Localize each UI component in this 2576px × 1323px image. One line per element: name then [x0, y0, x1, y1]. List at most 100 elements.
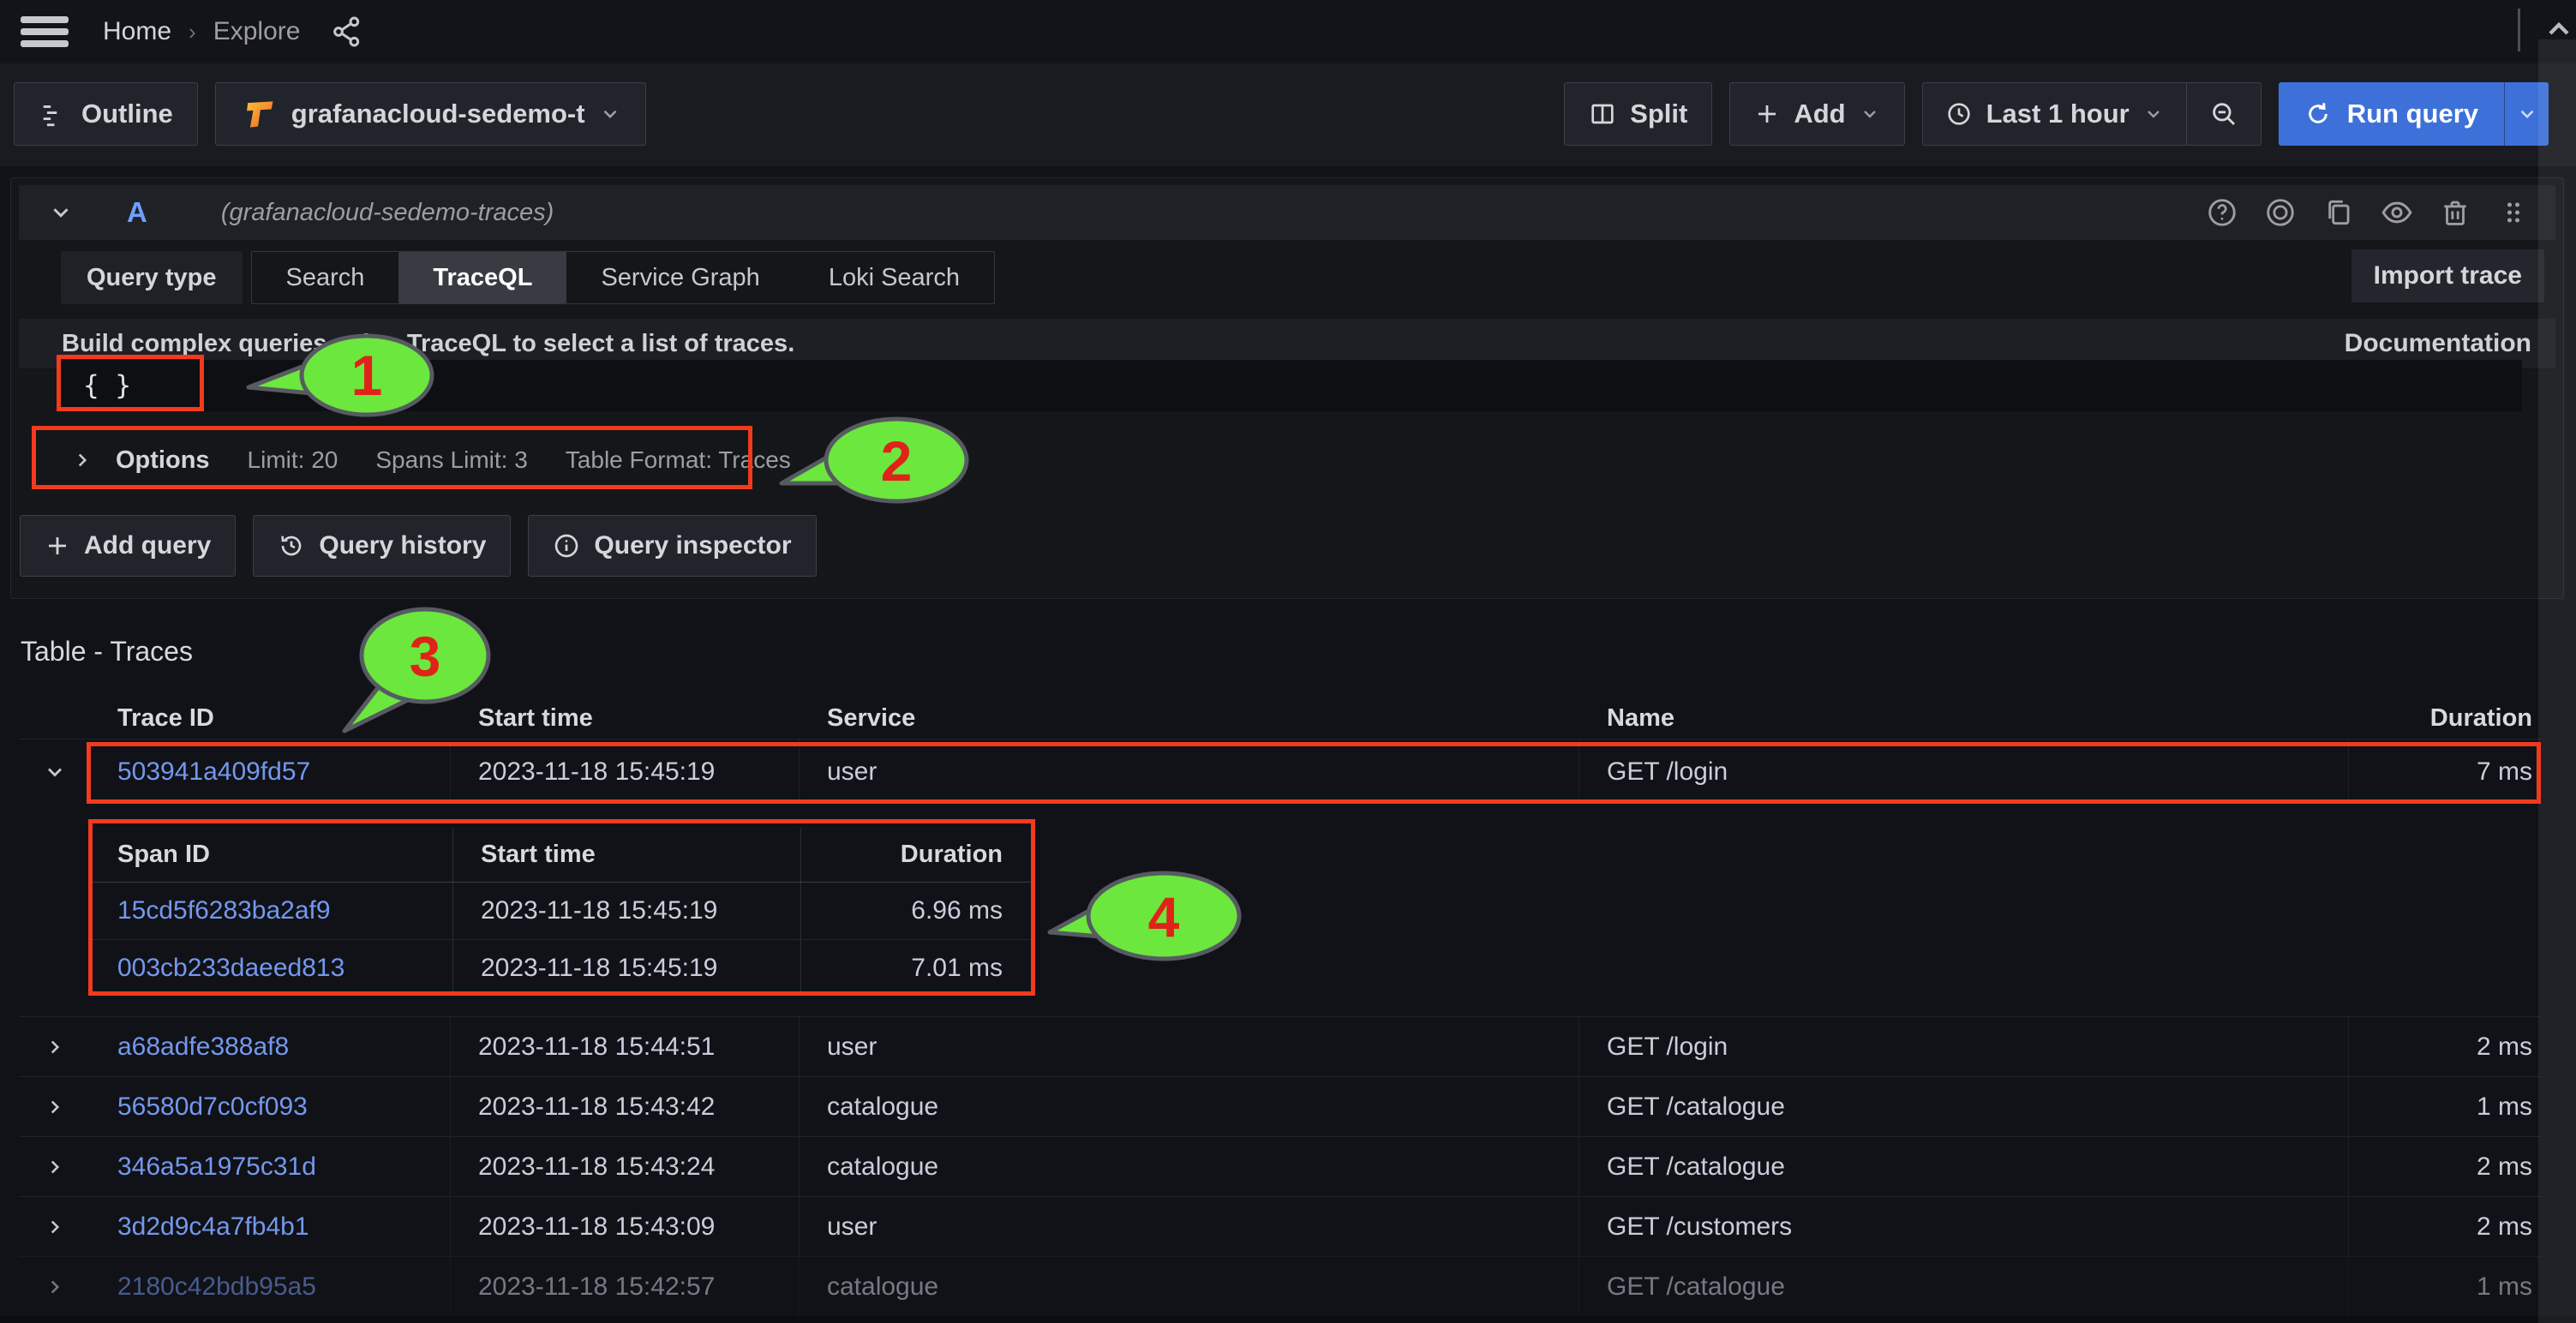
trace-start-time: 2023-11-18 15:44:51 — [451, 1017, 800, 1076]
span-id-link[interactable]: 003cb233daeed813 — [117, 954, 344, 983]
trace-duration: 7 ms — [2349, 739, 2541, 804]
col-header-span-start: Start time — [453, 828, 801, 882]
trace-start-time: 2023-11-18 15:43:24 — [451, 1137, 800, 1196]
disable-query-icon[interactable] — [2262, 195, 2298, 230]
table-row[interactable]: 503941a409fd57 2023-11-18 15:45:19 user … — [19, 739, 2541, 804]
tab-traceql[interactable]: TraceQL — [398, 252, 566, 303]
query-ref-id: A — [127, 196, 147, 229]
span-row[interactable]: 003cb233daeed813 2023-11-18 15:45:19 7.0… — [90, 939, 1033, 996]
run-query-button[interactable]: Run query — [2279, 82, 2549, 146]
row-expand-chevron-icon[interactable] — [44, 1276, 66, 1298]
add-query-button[interactable]: Add query — [20, 515, 236, 577]
options-collapsed-row[interactable]: Options Limit: 20 Spans Limit: 3 Table F… — [47, 432, 791, 488]
hide-response-eye-icon[interactable] — [2379, 195, 2415, 230]
import-trace-button[interactable]: Import trace — [2351, 249, 2544, 302]
table-row[interactable]: 56580d7c0cf093 2023-11-18 15:43:42 catal… — [19, 1076, 2541, 1136]
drag-handle-icon[interactable] — [2495, 195, 2531, 230]
time-range-picker[interactable]: Last 1 hour — [1923, 83, 2186, 145]
tab-loki-search[interactable]: Loki Search — [794, 252, 994, 303]
traces-table-header: Trace ID Start time Service Name Duratio… — [19, 698, 2541, 739]
trace-id-link[interactable]: 346a5a1975c31d — [117, 1152, 316, 1182]
split-button[interactable]: Split — [1564, 82, 1712, 146]
query-row-header[interactable]: A (grafanacloud-sedemo-traces) — [19, 185, 2555, 240]
options-expand-chevron-icon[interactable] — [71, 449, 93, 471]
span-duration: 7.01 ms — [801, 954, 1033, 983]
menu-icon[interactable] — [21, 13, 69, 51]
share-icon[interactable] — [329, 14, 365, 50]
refresh-icon — [2304, 100, 2332, 128]
table-row[interactable]: 346a5a1975c31d 2023-11-18 15:43:24 catal… — [19, 1136, 2541, 1196]
table-row[interactable]: a68adfe388af8 2023-11-18 15:44:51 user G… — [19, 1016, 2541, 1076]
query-text: { } — [83, 370, 131, 401]
tempo-datasource-icon — [240, 95, 278, 133]
trace-service: user — [800, 1017, 1579, 1076]
time-picker-group: Last 1 hour — [1922, 82, 2261, 146]
row-collapse-chevron-icon[interactable] — [43, 760, 67, 784]
plus-icon — [45, 533, 70, 559]
row-expand-chevron-icon[interactable] — [44, 1036, 66, 1058]
zoom-out-icon — [2209, 99, 2238, 129]
trace-service: catalogue — [800, 1077, 1579, 1136]
datasource-picker[interactable]: grafanacloud-sedemo-t — [215, 82, 646, 146]
trace-duration: 2 ms — [2349, 1017, 2541, 1076]
spans-subtable: Span ID Start time Duration 15cd5f6283ba… — [90, 828, 1033, 996]
trace-start-time: 2023-11-18 15:43:09 — [451, 1197, 800, 1256]
breadcrumb-explore[interactable]: Explore — [213, 17, 301, 46]
delete-query-trash-icon[interactable] — [2437, 195, 2473, 230]
trace-id-link[interactable]: 56580d7c0cf093 — [117, 1093, 308, 1122]
trace-id-link[interactable]: a68adfe388af8 — [117, 1033, 289, 1062]
table-row[interactable]: 2180c42bdb95a5 2023-11-18 15:42:57 catal… — [19, 1256, 2541, 1316]
add-button[interactable]: Add — [1729, 82, 1904, 146]
trace-id-link[interactable]: 3d2d9c4a7fb4b1 — [117, 1212, 309, 1242]
row-expand-chevron-icon[interactable] — [44, 1096, 66, 1118]
trace-name: GET /login — [1579, 739, 2349, 804]
col-header-duration[interactable]: Duration — [2349, 704, 2541, 733]
trace-service: catalogue — [800, 1137, 1579, 1196]
spans-subtable-header: Span ID Start time Duration — [90, 828, 1033, 883]
zoom-out-time-button[interactable] — [2186, 83, 2261, 145]
col-header-trace-id[interactable]: Trace ID — [90, 704, 451, 733]
trace-start-time: 2023-11-18 15:42:57 — [451, 1257, 800, 1316]
span-row[interactable]: 15cd5f6283ba2af9 2023-11-18 15:45:19 6.9… — [90, 883, 1033, 939]
plus-icon — [1754, 101, 1780, 127]
options-spans-limit: Spans Limit: 3 — [375, 446, 527, 474]
query-history-button[interactable]: Query history — [253, 515, 511, 577]
col-header-name[interactable]: Name — [1579, 704, 2349, 733]
explore-toolbar: Outline grafanacloud-sedemo-t Split Add — [0, 63, 2576, 166]
row-expand-chevron-icon[interactable] — [44, 1216, 66, 1238]
info-icon — [553, 532, 580, 560]
outline-button[interactable]: Outline — [14, 82, 198, 146]
col-header-start-time[interactable]: Start time — [451, 704, 800, 733]
trace-duration: 1 ms — [2349, 1257, 2541, 1316]
col-header-span-id: Span ID — [90, 828, 453, 882]
trace-name: GET /catalogue — [1579, 1077, 2349, 1136]
help-icon[interactable] — [2204, 195, 2240, 230]
query-inspector-label: Query inspector — [594, 531, 791, 560]
traceql-query-input[interactable]: { } — [61, 360, 2522, 411]
clock-icon — [1945, 100, 1973, 128]
documentation-link[interactable]: Documentation — [2345, 329, 2531, 358]
options-toggle[interactable]: Options — [116, 446, 210, 475]
expanded-spans-area: Span ID Start time Duration 15cd5f6283ba… — [19, 804, 2541, 1016]
trace-id-link[interactable]: 2180c42bdb95a5 — [117, 1272, 316, 1302]
trace-service: user — [800, 739, 1579, 804]
query-datasource-hint: (grafanacloud-sedemo-traces) — [221, 199, 554, 227]
tab-service-graph[interactable]: Service Graph — [566, 252, 794, 303]
scroll-up-chevron-icon[interactable] — [2542, 12, 2576, 46]
span-start-time: 2023-11-18 15:45:19 — [453, 883, 801, 939]
row-expand-chevron-icon[interactable] — [44, 1156, 66, 1178]
col-header-service[interactable]: Service — [800, 704, 1579, 733]
query-inspector-button[interactable]: Query inspector — [528, 515, 816, 577]
collapse-chevron-icon[interactable] — [48, 200, 74, 225]
tab-search[interactable]: Search — [252, 252, 399, 303]
table-panel-title: Table - Traces — [21, 636, 193, 667]
trace-id-link[interactable]: 503941a409fd57 — [117, 757, 310, 787]
copy-query-icon[interactable] — [2321, 195, 2357, 230]
breadcrumb-separator-icon: › — [189, 19, 196, 45]
table-row[interactable]: 3d2d9c4a7fb4b1 2023-11-18 15:43:09 user … — [19, 1196, 2541, 1256]
span-duration: 6.96 ms — [801, 896, 1033, 925]
span-id-link[interactable]: 15cd5f6283ba2af9 — [117, 896, 331, 925]
scrollbar-track[interactable] — [2538, 39, 2576, 1323]
query-editor-panel: A (grafanacloud-sedemo-traces) — [10, 177, 2564, 599]
breadcrumb-home[interactable]: Home — [103, 17, 171, 46]
